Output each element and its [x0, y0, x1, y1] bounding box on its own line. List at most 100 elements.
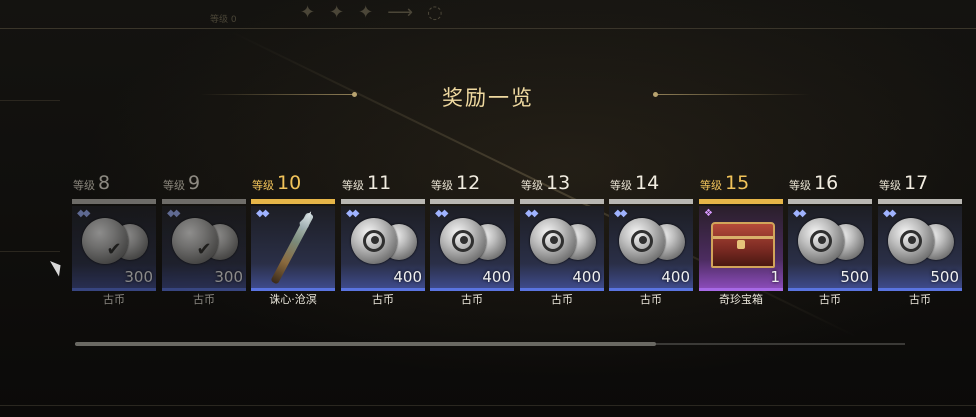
coin-face-icon — [900, 230, 922, 252]
badge-coin-icon: ✔ — [172, 218, 218, 264]
scrollbar-thumb[interactable] — [75, 342, 656, 346]
reward-quantity: 400 — [393, 268, 422, 286]
reward-name: 古币 — [461, 293, 483, 306]
level-number: 14 — [635, 172, 660, 194]
badge-check-icon: ✔ — [106, 239, 122, 260]
coin-face-icon — [631, 230, 653, 252]
level-header: 等级 10 — [251, 172, 335, 198]
level-number: 11 — [367, 172, 392, 194]
level-header: 等级 12 — [430, 172, 514, 198]
reward-card-level-15[interactable]: 等级 15 ❖ 1 奇珍宝箱 — [699, 172, 783, 308]
level-header: 等级 13 — [520, 172, 604, 198]
level-label: 等级 — [610, 179, 632, 192]
reward-quantity: 300 — [124, 268, 153, 286]
top-faint-label: 等级 0 — [210, 15, 237, 25]
reward-name: 古币 — [551, 293, 573, 306]
reward-item-box[interactable]: ◆◆ 500 — [878, 206, 962, 291]
reward-name: 古币 — [193, 293, 215, 306]
level-progress-bar — [341, 199, 425, 204]
level-header: 等级 15 — [699, 172, 783, 198]
level-progress-bar — [162, 199, 246, 204]
level-number: 8 — [98, 172, 111, 194]
rarity-gem-icon: ◆◆ — [435, 208, 448, 219]
reward-card-level-12[interactable]: 等级 12 ◆◆ 400 古币 — [430, 172, 514, 308]
level-progress-bar — [699, 199, 783, 204]
level-progress-bar — [788, 199, 872, 204]
level-progress-bar — [520, 199, 604, 204]
reward-quantity: 1 — [770, 268, 780, 286]
level-progress-bar — [878, 199, 962, 204]
level-label: 等级 — [252, 179, 274, 192]
reward-item-box[interactable]: ◆◆ 400 — [520, 206, 604, 291]
coin-face-icon — [363, 230, 385, 252]
level-label: 等级 — [700, 179, 722, 192]
reward-name: 古币 — [372, 293, 394, 306]
badge-coin-icon: ✔ — [82, 218, 128, 264]
level-label: 等级 — [431, 179, 453, 192]
reward-item-box[interactable]: ❖ 1 — [699, 206, 783, 291]
reward-name: 古币 — [640, 293, 662, 306]
reward-quantity: 300 — [214, 268, 243, 286]
treasure-chest-icon — [711, 222, 775, 268]
reward-item-box[interactable]: ◆◆ 400 — [609, 206, 693, 291]
level-number: 9 — [188, 172, 201, 194]
level-header: 等级 11 — [341, 172, 425, 198]
reward-name: 古币 — [103, 293, 125, 306]
reward-card-level-11[interactable]: 等级 11 ◆◆ 400 古币 — [341, 172, 425, 308]
level-header: 等级 16 — [788, 172, 872, 198]
rarity-gem-icon: ◆◆ — [256, 208, 269, 219]
level-label: 等级 — [521, 179, 543, 192]
reward-name: 古币 — [909, 293, 931, 306]
reward-item-box[interactable]: ◆◆ ✔ 300 — [162, 206, 246, 291]
level-progress-bar — [251, 199, 335, 204]
reward-item-box[interactable]: ◆◆ ✔ 300 — [72, 206, 156, 291]
bottom-divider — [0, 405, 976, 406]
reward-card-level-13[interactable]: 等级 13 ◆◆ 400 古币 — [520, 172, 604, 308]
rarity-gem-icon: ◆◆ — [883, 208, 896, 219]
reward-item-box[interactable]: ◆◆ — [251, 206, 335, 291]
reward-card-level-8[interactable]: 等级 8 ◆◆ ✔ 300 古币 — [72, 172, 156, 308]
title-area: 奖励一览 — [0, 80, 976, 110]
level-number: 12 — [456, 172, 481, 194]
rarity-gem-icon: ◆◆ — [346, 208, 359, 219]
level-progress-bar — [609, 199, 693, 204]
reward-item-box[interactable]: ◆◆ 400 — [430, 206, 514, 291]
reward-quantity: 400 — [661, 268, 690, 286]
level-number: 17 — [904, 172, 929, 194]
level-progress-bar — [72, 199, 156, 204]
reward-name: 古币 — [819, 293, 841, 306]
rarity-gem-icon: ◆◆ — [167, 208, 180, 219]
reward-name: 奇珍宝箱 — [719, 293, 763, 306]
reward-list[interactable]: 等级 8 ◆◆ ✔ 300 古币 等级 9 ◆◆ ✔ 300 古币 等级 10 ◆◆ 诛心·沧溟 等级 11 ◆◆ 4… — [0, 172, 976, 312]
level-label: 等级 — [879, 179, 901, 192]
level-header: 等级 8 — [72, 172, 156, 198]
coin-face-icon — [542, 230, 564, 252]
top-bar: 等级 0 ✦✦✦⟶◌ — [0, 0, 976, 29]
rarity-gem-icon: ◆◆ — [77, 208, 90, 219]
reward-item-box[interactable]: ◆◆ 500 — [788, 206, 872, 291]
reward-name: 诛心·沧溟 — [269, 293, 317, 306]
level-header: 等级 9 — [162, 172, 246, 198]
reward-card-level-17[interactable]: 等级 17 ◆◆ 500 古币 — [878, 172, 962, 308]
reward-card-level-14[interactable]: 等级 14 ◆◆ 400 古币 — [609, 172, 693, 308]
title-divider-right — [653, 92, 810, 97]
reward-card-level-10[interactable]: 等级 10 ◆◆ 诛心·沧溟 — [251, 172, 335, 308]
coin-face-icon — [452, 230, 474, 252]
level-number: 13 — [546, 172, 571, 194]
coin-icon — [440, 218, 486, 264]
level-header: 等级 14 — [609, 172, 693, 198]
coin-face-icon — [810, 230, 832, 252]
coin-icon — [351, 218, 397, 264]
rarity-gem-icon: ◆◆ — [614, 208, 627, 219]
level-label: 等级 — [73, 179, 95, 192]
reward-quantity: 400 — [572, 268, 601, 286]
level-header: 等级 17 — [878, 172, 962, 198]
level-label: 等级 — [342, 179, 364, 192]
reward-item-box[interactable]: ◆◆ 400 — [341, 206, 425, 291]
reward-quantity: 500 — [840, 268, 869, 286]
coin-icon — [530, 218, 576, 264]
reward-card-level-16[interactable]: 等级 16 ◆◆ 500 古币 — [788, 172, 872, 308]
reward-quantity: 500 — [930, 268, 959, 286]
reward-card-level-9[interactable]: 等级 9 ◆◆ ✔ 300 古币 — [162, 172, 246, 308]
rarity-gem-icon: ◆◆ — [525, 208, 538, 219]
